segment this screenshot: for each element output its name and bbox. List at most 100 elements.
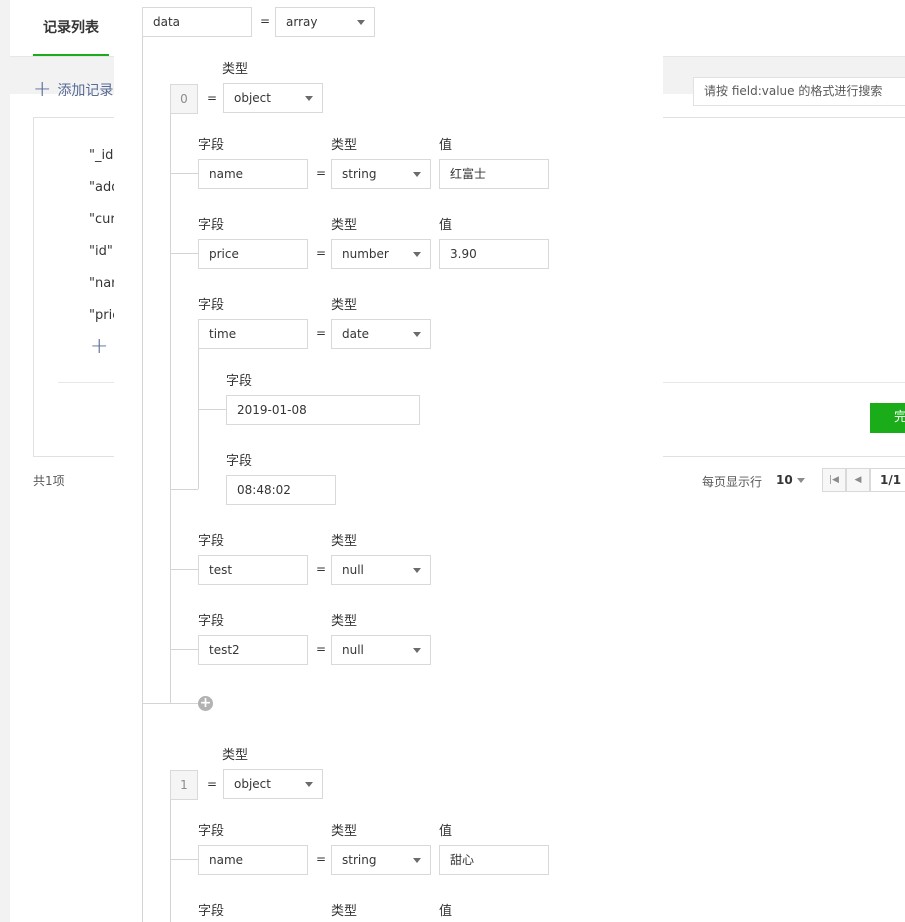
per-page-select[interactable]: 10 — [776, 473, 805, 487]
field-name-input[interactable]: name — [198, 845, 308, 875]
field-name-input[interactable]: price — [198, 239, 308, 269]
equals-sign: = — [316, 852, 327, 866]
field-label: 字段 — [198, 298, 225, 313]
field-value-input[interactable]: 红富士 — [439, 159, 549, 189]
record-line: "_id — [89, 148, 114, 163]
field-type-select[interactable]: string — [331, 845, 431, 875]
field-type-select[interactable]: null — [331, 555, 431, 585]
confirm-button[interactable]: 完 — [870, 403, 905, 433]
chevron-down-icon — [413, 172, 421, 177]
type-label: 类型 — [331, 904, 358, 919]
type-label: 类型 — [331, 824, 358, 839]
equals-sign: = — [316, 326, 327, 340]
field-type-select[interactable]: string — [331, 159, 431, 189]
chevron-down-icon — [357, 20, 365, 25]
field-name-input[interactable]: time — [198, 319, 308, 349]
array-index: 1 — [170, 770, 198, 800]
prev-page-icon: ◀ — [854, 475, 862, 485]
tree-line — [170, 569, 198, 570]
field-label: 字段 — [198, 138, 225, 153]
first-page-button[interactable]: |◀ — [822, 468, 846, 492]
field-label: 字段 — [226, 374, 253, 389]
record-line: "nar — [89, 276, 117, 291]
equals-sign: = — [316, 642, 327, 656]
add-field-icon[interactable]: + — [90, 336, 108, 358]
chevron-down-icon — [305, 96, 313, 101]
field-name-input[interactable]: test — [198, 555, 308, 585]
search-input[interactable]: 请按 field:value 的格式进行搜索 — [693, 77, 905, 106]
root-type-value: array — [286, 15, 318, 29]
tab-record-list[interactable]: 记录列表 — [33, 0, 109, 56]
field-type-value: null — [342, 563, 364, 577]
chevron-down-icon — [413, 252, 421, 257]
field-label: 字段 — [198, 218, 225, 233]
field-type-value: string — [342, 853, 377, 867]
type-label: 类型 — [222, 748, 249, 763]
field-value-input[interactable]: 3.90 — [439, 239, 549, 269]
add-record-label: 添加记录 — [57, 83, 114, 99]
field-type-value: date — [342, 327, 370, 341]
field-type-select[interactable]: number — [331, 239, 431, 269]
type-label: 类型 — [331, 218, 358, 233]
chevron-down-icon — [305, 782, 313, 787]
item-type-value: object — [234, 777, 271, 791]
plus-circle-icon[interactable]: + — [198, 696, 213, 711]
field-type-select[interactable]: null — [331, 635, 431, 665]
total-count: 共1项 — [33, 474, 65, 488]
field-type-select[interactable]: date — [331, 319, 431, 349]
field-label: 字段 — [198, 614, 225, 629]
equals-sign: = — [316, 246, 327, 260]
field-name-input[interactable]: name — [198, 159, 308, 189]
value-label: 值 — [439, 904, 453, 919]
type-label: 类型 — [331, 138, 358, 153]
type-label: 类型 — [222, 62, 249, 77]
field-type-value: number — [342, 247, 389, 261]
first-page-icon: |◀ — [829, 475, 839, 485]
field-label: 字段 — [198, 824, 225, 839]
tree-line — [170, 489, 198, 490]
array-index: 0 — [170, 84, 198, 114]
chevron-down-icon — [413, 332, 421, 337]
tree-line — [198, 349, 199, 489]
per-page-value: 10 — [776, 473, 793, 487]
chevron-down-icon — [413, 858, 421, 863]
tree-line — [170, 113, 171, 703]
tree-line — [170, 253, 198, 254]
tree-line — [170, 859, 198, 860]
tree-line — [170, 649, 198, 650]
equals-sign: = — [316, 166, 327, 180]
date-input[interactable]: 2019-01-08 — [226, 395, 420, 425]
field-type-value: string — [342, 167, 377, 181]
field-label: 字段 — [198, 534, 225, 549]
tree-line — [170, 173, 198, 174]
prev-page-button[interactable]: ◀ — [846, 468, 870, 492]
chevron-down-icon — [413, 648, 421, 653]
item-type-select[interactable]: object — [223, 769, 323, 799]
value-label: 值 — [439, 138, 453, 153]
field-value-input[interactable]: 甜心 — [439, 845, 549, 875]
equals-sign: = — [207, 777, 218, 791]
value-label: 值 — [439, 824, 453, 839]
chevron-down-icon — [413, 568, 421, 573]
field-label: 字段 — [226, 454, 253, 469]
tree-line — [198, 409, 226, 410]
type-label: 类型 — [331, 298, 358, 313]
type-label: 类型 — [331, 534, 358, 549]
edit-record-dialog: data = array 类型 0 = object 字段 类型 值 name … — [114, 0, 663, 922]
tree-line — [142, 703, 206, 704]
item-type-value: object — [234, 91, 271, 105]
equals-sign: = — [260, 14, 271, 28]
chevron-down-icon — [796, 478, 805, 483]
field-name-input[interactable]: test2 — [198, 635, 308, 665]
type-label: 类型 — [331, 614, 358, 629]
record-line: "cur — [89, 212, 116, 227]
root-type-select[interactable]: array — [275, 7, 375, 37]
tree-line — [142, 37, 143, 922]
page-indicator[interactable]: 1/1 — [870, 468, 905, 492]
time-input[interactable]: 08:48:02 — [226, 475, 336, 505]
root-field-name-input[interactable]: data — [142, 7, 252, 37]
add-record-button[interactable]: + 添加记录 — [33, 79, 114, 101]
equals-sign: = — [316, 562, 327, 576]
item-type-select[interactable]: object — [223, 83, 323, 113]
per-page-label: 每页显示行 — [702, 475, 763, 489]
